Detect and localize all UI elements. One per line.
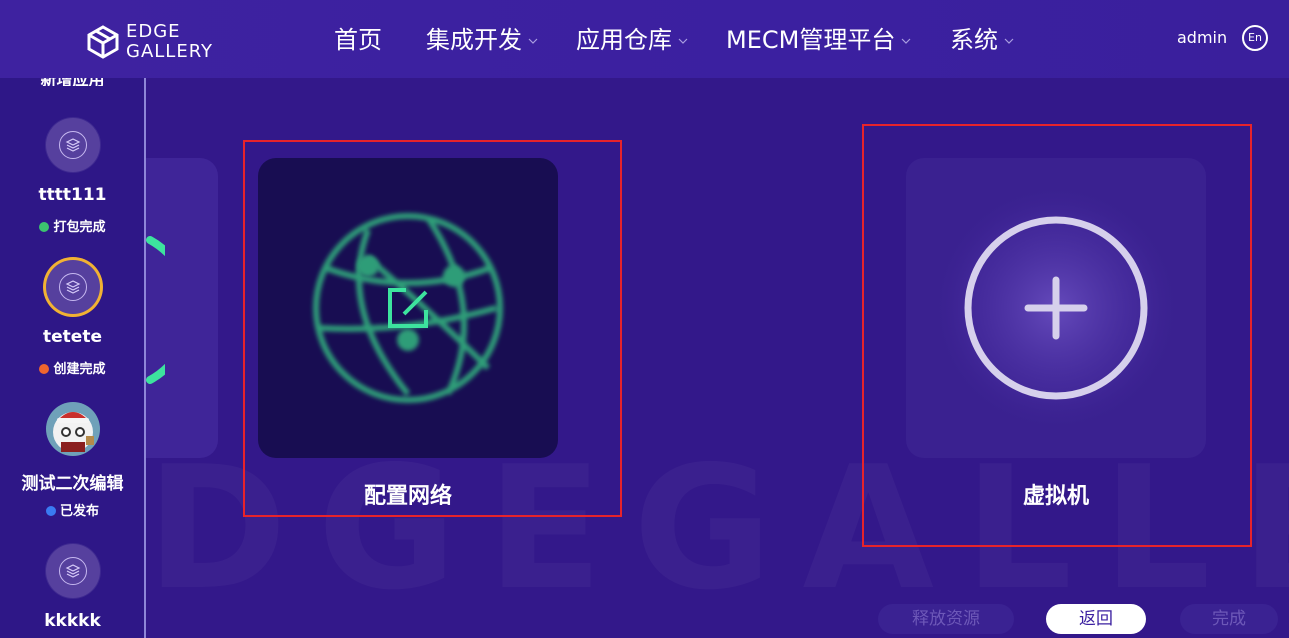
sidebar-divider [144, 78, 146, 638]
status-text: 创建完成 [53, 362, 106, 377]
sidebar-item-status: 打包完成 [0, 216, 145, 235]
edgegallery-logo[interactable]: EDGE GALLERY [86, 22, 226, 62]
app-sidebar: 新增应用 tttt111 打包完成 tetete 创建完成 测试二次编辑 已发布… [0, 74, 145, 638]
sidebar-item-avatar[interactable] [46, 544, 100, 598]
logo-cube-icon [87, 25, 119, 59]
panda-avatar[interactable] [46, 402, 100, 456]
sidebar-item-avatar[interactable] [46, 118, 100, 172]
nav-app-store-label: 应用仓库 [576, 26, 672, 54]
chevron-down-icon [678, 38, 688, 44]
layers-icon [65, 564, 81, 578]
sidebar-item-name[interactable]: 测试二次编辑 [0, 469, 145, 494]
back-button[interactable]: 返回 [1046, 604, 1146, 634]
user-menu[interactable]: admin [1177, 28, 1227, 47]
sidebar-item-name[interactable]: tttt111 [0, 185, 145, 205]
nav-system[interactable]: 系统 [950, 22, 1014, 58]
highlight-box-network [243, 140, 622, 517]
nav-mecm[interactable]: MECM管理平台 [726, 22, 911, 58]
panda-avatar-icon [53, 412, 94, 452]
status-text: 已发布 [59, 504, 99, 519]
status-dot-icon [39, 221, 50, 232]
language-toggle[interactable]: En [1242, 25, 1268, 51]
sidebar-item-status: 创建完成 [0, 358, 145, 377]
nav-integration[interactable]: 集成开发 [426, 22, 538, 58]
status-text: 打包完成 [53, 220, 106, 235]
top-header: EDGE GALLERY 首页 集成开发 应用仓库 MECM管理平台 系统 ad… [0, 0, 1289, 78]
highlight-box-vm [862, 124, 1252, 547]
logo-text-gallery: GALLERY [126, 41, 214, 62]
nav-home-label: 首页 [334, 26, 382, 54]
layers-icon [65, 138, 81, 152]
nav-integration-label: 集成开发 [426, 26, 522, 54]
sidebar-item-avatar-selected[interactable] [46, 260, 100, 314]
release-resources-button[interactable]: 释放资源 [878, 604, 1014, 634]
logo-text-edge: EDGE [126, 21, 181, 42]
chevron-down-icon [1004, 38, 1014, 44]
sidebar-item-name[interactable]: tetete [0, 327, 145, 347]
nav-home[interactable]: 首页 [334, 22, 382, 58]
sidebar-item-status: 已发布 [0, 500, 145, 519]
chevron-down-icon [528, 38, 538, 44]
status-dot-icon [45, 505, 56, 516]
layers-icon [65, 280, 81, 294]
nav-app-store[interactable]: 应用仓库 [576, 22, 688, 58]
chevron-down-icon [901, 38, 911, 44]
nav-mecm-label: MECM管理平台 [726, 26, 896, 54]
status-dot-icon [39, 363, 50, 374]
done-button[interactable]: 完成 [1180, 604, 1278, 634]
nav-system-label: 系统 [950, 26, 998, 54]
sidebar-item-name[interactable]: kkkkk [0, 611, 145, 631]
